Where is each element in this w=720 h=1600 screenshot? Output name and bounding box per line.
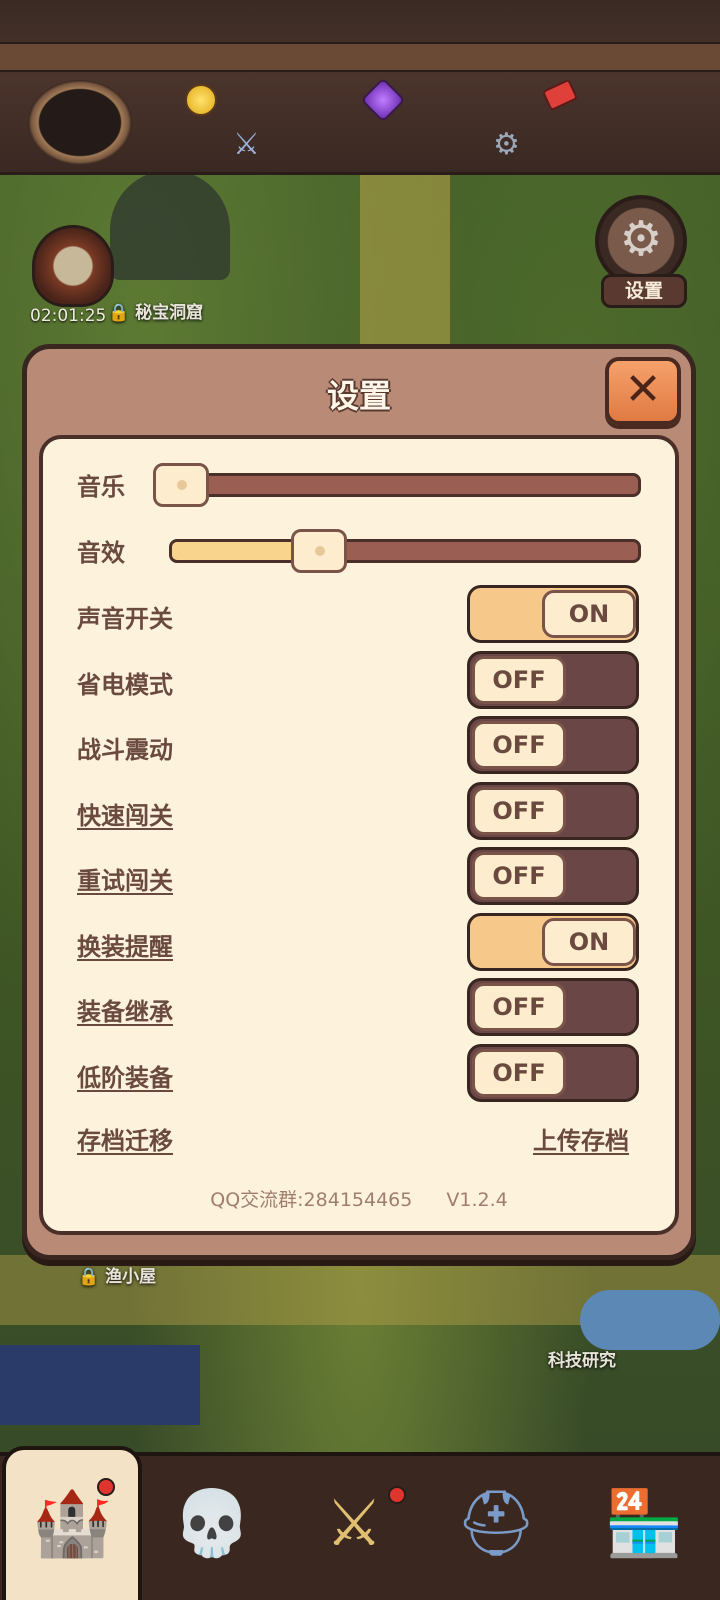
setting-label: 省电模式 [77, 671, 173, 699]
qq-group-text: QQ交流群:284154465 [210, 1189, 413, 1211]
modal-header: 设置 ✕ [27, 349, 691, 433]
ticket-icon[interactable] [541, 78, 579, 112]
chest-timer: 02:01:25 [30, 306, 107, 326]
toggle-knob: OFF [472, 983, 566, 1031]
setting-label: 声音开关 [77, 605, 173, 633]
footer-info: QQ交流群:284154465 V1.2.4 [43, 1185, 675, 1212]
toggle-knob: OFF [472, 656, 566, 704]
wood-beam [0, 42, 720, 72]
setting-toggle[interactable]: OFF [467, 651, 639, 709]
coin-icon[interactable] [185, 84, 217, 116]
tech-research-label[interactable]: 科技研究 [548, 1346, 616, 1371]
knight-helmet-icon[interactable]: ⛑ [446, 1474, 546, 1574]
skull-icon[interactable]: 💀 [162, 1474, 262, 1574]
setting-toggle[interactable]: OFF [467, 978, 639, 1036]
battle-icon[interactable]: ⚔ [233, 130, 260, 160]
settings-modal: 设置 ✕ 音乐 音效 声音开关 ON 省电模式 OFF 战斗震动 OFF 快速闯关 OFF 重试… [22, 344, 696, 1260]
cave-building[interactable] [110, 170, 230, 280]
player-avatar[interactable] [28, 80, 132, 165]
setting-toggle[interactable]: OFF [467, 1044, 639, 1102]
sfx-slider-fill [172, 542, 305, 560]
pond [580, 1290, 720, 1350]
setting-label[interactable]: 快速闯关 [77, 796, 173, 831]
toggle-knob: OFF [472, 721, 566, 769]
toggle-knob: ON [542, 590, 636, 638]
sfx-label: 音效 [77, 539, 125, 567]
setting-toggle[interactable]: OFF [467, 847, 639, 905]
pond [0, 1345, 200, 1425]
treasure-chest-icon[interactable] [32, 225, 114, 307]
archive-migration-link[interactable]: 存档迁移 [77, 1121, 173, 1156]
music-slider[interactable] [153, 473, 641, 497]
top-resource-bar: ⚔ ⚙ [0, 0, 720, 175]
setting-label[interactable]: 装备继承 [77, 992, 173, 1027]
cave-label[interactable]: 🔒 秘宝洞窟 [108, 298, 203, 323]
fishing-hut-label[interactable]: 🔒 渔小屋 [78, 1262, 156, 1287]
setting-label[interactable]: 低阶装备 [77, 1058, 173, 1093]
setting-label[interactable]: 重试闯关 [77, 861, 173, 896]
toggle-knob: OFF [472, 787, 566, 835]
shop-icon[interactable]: 🏪 [594, 1474, 694, 1574]
gears-icon[interactable]: ⚙ [493, 130, 520, 160]
toggle-knob: OFF [472, 852, 566, 900]
toggle-knob: OFF [472, 1049, 566, 1097]
setting-toggle[interactable]: ON [467, 585, 639, 643]
music-slider-thumb[interactable] [152, 463, 209, 507]
bottom-nav: 🏰 💀 ⚔ ⛑ 🏪 [0, 1446, 720, 1600]
setting-toggle[interactable]: OFF [467, 782, 639, 840]
settings-panel: 音乐 音效 声音开关 ON 省电模式 OFF 战斗震动 OFF 快速闯关 OFF 重试闯关 OFF… [39, 435, 679, 1235]
upload-save-link[interactable]: 上传存档 [533, 1121, 629, 1156]
setting-label[interactable]: 换装提醒 [77, 927, 173, 962]
modal-title: 设置 [326, 377, 391, 415]
notification-badge [97, 1478, 115, 1496]
music-label: 音乐 [77, 473, 125, 501]
notification-badge [388, 1486, 406, 1504]
sfx-slider[interactable] [169, 539, 641, 563]
sfx-slider-thumb[interactable] [291, 529, 348, 573]
setting-toggle[interactable]: OFF [467, 716, 639, 774]
setting-toggle[interactable]: ON [467, 913, 639, 971]
settings-button-label[interactable]: 设置 [601, 274, 687, 308]
toggle-knob: ON [542, 918, 636, 966]
setting-label: 战斗震动 [77, 736, 173, 764]
version-text: V1.2.4 [446, 1189, 508, 1211]
gem-icon[interactable] [360, 77, 406, 123]
close-button[interactable]: ✕ [605, 357, 681, 425]
